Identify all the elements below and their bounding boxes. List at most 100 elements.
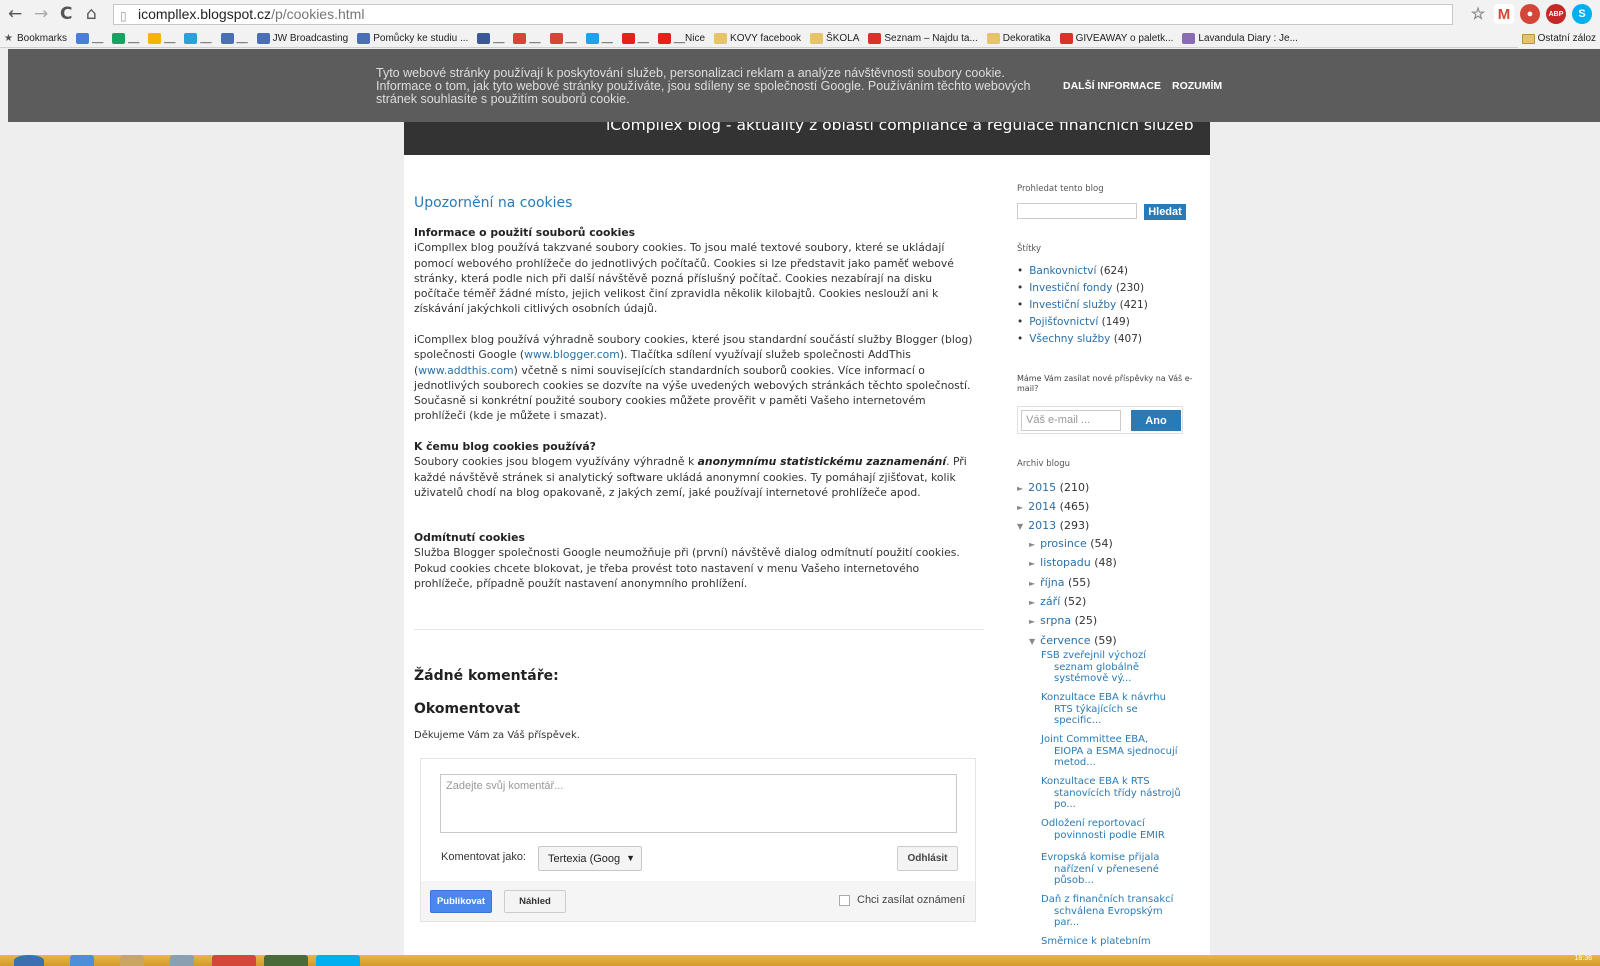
bookmark-item[interactable]: __ <box>549 33 577 44</box>
blogger-link[interactable]: www.blogger.com <box>524 348 620 361</box>
toggle-arrow-icon[interactable]: ► <box>1029 598 1035 607</box>
toggle-arrow-icon[interactable]: ▼ <box>1029 637 1035 646</box>
reload-icon[interactable]: C <box>60 4 72 24</box>
bookmark-item[interactable]: ŠKOLA <box>810 33 859 44</box>
start-button[interactable] <box>14 955 44 966</box>
toggle-arrow-icon[interactable]: ▼ <box>1017 522 1023 531</box>
preview-button[interactable]: Náhled <box>504 890 566 913</box>
archive-post-link[interactable]: Daň z finančních transakcí schválena Evro… <box>1041 894 1181 929</box>
label-link[interactable]: Všechny služby <box>1029 333 1110 345</box>
bookmark-item[interactable]: Seznam – Najdu ta... <box>868 33 978 44</box>
search-input[interactable] <box>1017 203 1137 219</box>
skype-taskbar-icon[interactable] <box>316 955 360 966</box>
other-bookmarks[interactable]: Ostatní záloz <box>1517 29 1600 48</box>
label-link[interactable]: Investiční fondy <box>1029 282 1112 294</box>
extensions: ☆ M ● ABP S <box>1468 4 1592 24</box>
app-taskbar-icon[interactable] <box>264 955 308 966</box>
archive-year-link[interactable]: 2015 <box>1028 481 1056 494</box>
label-link[interactable]: Bankovnictví <box>1029 265 1096 277</box>
archive-month-link[interactable]: prosince <box>1040 537 1087 550</box>
adblock-icon[interactable]: ABP <box>1546 4 1566 24</box>
bookmark-item[interactable]: KOVY facebook <box>714 33 801 44</box>
bookmark-item[interactable]: __ <box>621 33 649 44</box>
comment-textarea[interactable]: Zadejte svůj komentář... <box>440 774 957 833</box>
notify-option[interactable]: Chci zasílat oznámení <box>839 894 965 906</box>
archive-month-link[interactable]: srpna <box>1040 614 1071 627</box>
post-link-line: Joint Committee EBA, <box>1041 734 1149 745</box>
bookmark-icon <box>148 33 162 44</box>
toggle-arrow-icon[interactable]: ► <box>1029 579 1035 588</box>
archive-post-link[interactable]: FSB zveřejnil výchozí seznam globálně syst… <box>1041 650 1181 685</box>
bookmark-item[interactable]: Dekoratika <box>986 33 1051 44</box>
archive-month-link[interactable]: září <box>1040 595 1060 608</box>
toggle-arrow-icon[interactable]: ► <box>1017 484 1023 493</box>
media-icon[interactable] <box>170 955 194 966</box>
archive-count: (293) <box>1059 519 1090 532</box>
bookmark-item[interactable]: JW Broadcasting <box>256 33 348 44</box>
toggle-arrow-icon[interactable]: ► <box>1029 540 1035 549</box>
comment-as-select[interactable]: Tertexia (Goog ▼ <box>538 846 642 871</box>
bookmark-item[interactable]: __ <box>112 33 139 44</box>
bookmark-item[interactable]: __ <box>513 33 541 44</box>
notifier-icon[interactable]: ● <box>1520 4 1540 24</box>
logout-button[interactable]: Odhlásit <box>897 846 958 871</box>
bookmark-item[interactable]: Pomůcky ke studiu ... <box>357 33 468 44</box>
subscribe-button[interactable]: Ano <box>1131 410 1181 431</box>
label-link[interactable]: Pojišťovnictví <box>1029 316 1098 328</box>
bookmark-item[interactable]: __ <box>477 33 504 44</box>
search-button[interactable]: Hledat <box>1144 204 1186 220</box>
bookmark-item[interactable]: __ <box>220 33 248 44</box>
bookmark-item[interactable]: __Nice <box>657 33 705 44</box>
forward-icon[interactable]: → <box>34 4 48 24</box>
archive-count: (52) <box>1063 594 1087 608</box>
archive-month-link[interactable]: července <box>1040 634 1090 647</box>
bookmark-item[interactable]: __ <box>585 33 613 44</box>
bookmark-icon <box>585 33 599 44</box>
skype-icon[interactable]: S <box>1572 4 1592 24</box>
notify-checkbox[interactable] <box>839 894 850 906</box>
label-item: Investiční služby (421) <box>1017 297 1148 314</box>
address-bar[interactable]: ▯ icompllex.blogspot.cz/p/cookies.html <box>113 4 1453 25</box>
gmail-icon[interactable]: M <box>1494 4 1514 24</box>
email-input[interactable]: Váš e-mail ... <box>1021 410 1121 431</box>
explorer-icon[interactable] <box>120 955 144 966</box>
toggle-arrow-icon[interactable]: ► <box>1017 503 1023 512</box>
archive-month-link[interactable]: října <box>1040 576 1064 589</box>
bookmark-icon <box>714 33 728 44</box>
addthis-link[interactable]: www.addthis.com <box>418 364 513 377</box>
emphasis: anonymnímu statistickému zaznamenání <box>697 455 947 469</box>
post-link-line: seznam globálně <box>1054 661 1139 673</box>
chrome-taskbar-icon[interactable] <box>212 955 256 966</box>
archive-post-link[interactable]: Konzultace EBA k návrhu RTS týkajících se… <box>1041 692 1181 727</box>
archive-count: (25) <box>1074 614 1098 628</box>
bookmark-item[interactable]: __ <box>184 33 212 44</box>
bookmark-item[interactable]: Lavandula Diary : Je... <box>1182 33 1298 44</box>
publish-button[interactable]: Publikovat <box>430 890 492 913</box>
label-item: Pojišťovnictví (149) <box>1017 314 1148 331</box>
archive-year-link[interactable]: 2013 <box>1028 519 1056 532</box>
toggle-arrow-icon[interactable]: ► <box>1029 559 1035 568</box>
bookmark-item[interactable]: __ <box>148 33 175 44</box>
labels-heading: Štítky <box>1017 244 1042 254</box>
ie-icon[interactable] <box>70 955 94 966</box>
toggle-arrow-icon[interactable]: ► <box>1029 617 1035 626</box>
bookmark-item[interactable]: __ <box>76 33 103 44</box>
archive-count: (48) <box>1094 556 1117 570</box>
archive-post-link[interactable]: Směrnice k platebním <box>1041 936 1181 948</box>
star-icon[interactable]: ☆ <box>1468 4 1488 24</box>
accept-cookies-button[interactable]: ROZUMÍM <box>1172 80 1222 92</box>
blog-title[interactable]: iCompllex blog - aktuality z oblasti com… <box>606 122 1194 134</box>
archive-post-link[interactable]: Konzultace EBA k RTS stanovících třídy ná… <box>1041 776 1181 811</box>
bookmark-item[interactable]: GIVEAWAY o paletk... <box>1059 33 1173 44</box>
bookmark-label: Dekoratika <box>1002 33 1051 44</box>
archive-post-link[interactable]: Joint Committee EBA, EIOPA a ESMA sjednoc… <box>1041 734 1181 769</box>
archive-month: ▼ července (59) <box>1029 634 1117 647</box>
home-icon[interactable]: ⌂ <box>86 4 97 24</box>
archive-month-link[interactable]: listopadu <box>1040 556 1091 569</box>
archive-post-link[interactable]: Evropská komise přijala nařízení v přenes… <box>1041 852 1181 887</box>
back-icon[interactable]: ← <box>8 4 22 24</box>
label-link[interactable]: Investiční služby <box>1029 299 1116 311</box>
more-info-link[interactable]: DALŠÍ INFORMACE <box>1063 80 1161 92</box>
archive-year-link[interactable]: 2014 <box>1028 500 1056 513</box>
archive-post-link[interactable]: Odložení reportovací povinnosti podle EMI… <box>1041 818 1181 841</box>
